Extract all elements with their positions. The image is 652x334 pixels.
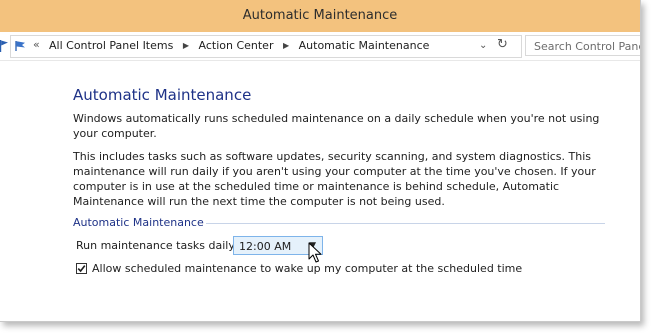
chevron-down-icon[interactable]: ⌄	[479, 40, 487, 51]
breadcrumb-separator-icon[interactable]: ▶	[183, 41, 189, 50]
refresh-icon[interactable]: ↻	[497, 37, 508, 52]
run-time-label: Run maintenance tasks daily at	[76, 239, 250, 252]
section-label: Automatic Maintenance	[73, 216, 206, 229]
breadcrumb-action-center[interactable]: Action Center	[199, 39, 274, 52]
wake-checkbox-label[interactable]: Allow scheduled maintenance to wake up m…	[92, 262, 522, 275]
checkmark-icon	[77, 265, 86, 273]
recent-locations-chevron[interactable]: «	[33, 38, 40, 51]
details-paragraph: This includes tasks such as software upd…	[73, 150, 596, 208]
address-box[interactable]: « All Control Panel Items ▶ Action Cente…	[10, 35, 522, 58]
breadcrumb-automatic-maintenance[interactable]: Automatic Maintenance	[299, 39, 430, 52]
control-panel-window: Automatic Maintenance « All Control Pane…	[0, 0, 641, 322]
search-placeholder: Search Control Panel	[534, 40, 641, 53]
breadcrumb-all-items[interactable]: All Control Panel Items	[49, 39, 173, 52]
description-paragraph: Windows automatically runs scheduled mai…	[73, 112, 600, 140]
wake-checkbox[interactable]	[76, 263, 87, 274]
flag-icon	[0, 40, 8, 52]
time-value: 12:00 AM	[239, 240, 292, 253]
title-bar: Automatic Maintenance	[0, 0, 640, 32]
maintenance-section-header: Automatic Maintenance	[73, 216, 605, 230]
mouse-cursor-icon	[308, 242, 322, 263]
breadcrumb-separator-icon[interactable]: ▶	[283, 41, 289, 50]
search-input[interactable]: Search Control Panel	[525, 35, 641, 56]
page-title: Automatic Maintenance	[73, 86, 252, 104]
address-bar: « All Control Panel Items ▶ Action Cente…	[0, 32, 640, 61]
breadcrumb: All Control Panel Items ▶ Action Center …	[49, 39, 429, 52]
window-title: Automatic Maintenance	[242, 8, 398, 23]
control-panel-icon	[15, 41, 25, 51]
main-content: Automatic Maintenance Windows automatica…	[73, 86, 613, 217]
